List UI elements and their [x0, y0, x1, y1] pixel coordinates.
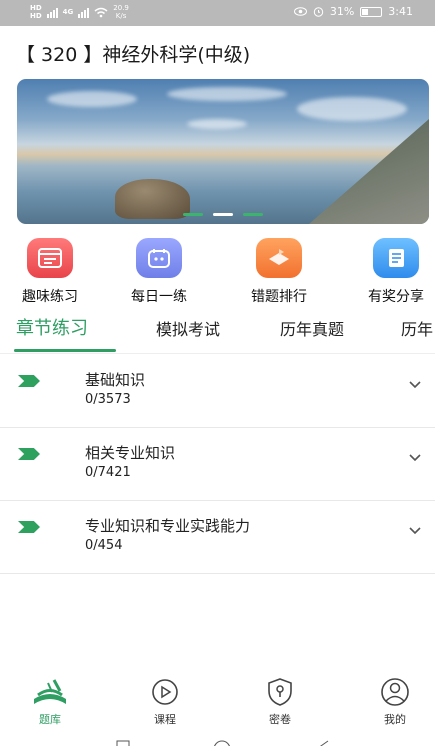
carousel-dot[interactable] — [243, 213, 263, 216]
tab-underline — [14, 349, 116, 352]
chapter-name: 相关专业知识 — [85, 444, 176, 462]
nav-label: 密卷 — [269, 713, 291, 726]
feature-share-label: 有奖分享 — [368, 289, 424, 305]
banner-hill — [309, 119, 429, 224]
banner-carousel[interactable] — [17, 79, 429, 224]
chapter-flag-icon — [18, 375, 40, 387]
nav-course[interactable]: 课程 — [125, 676, 205, 727]
feature-quiz[interactable]: 趣味练习 — [5, 238, 95, 306]
chapter-item[interactable]: 相关专业知识 0/7421 — [0, 428, 435, 501]
ranking-icon — [256, 238, 302, 278]
page-title: 【 320 】神经外科学(中级) — [16, 44, 251, 66]
sim-label: HD HD — [30, 4, 42, 20]
share-icon — [373, 238, 419, 278]
signal-icon-2 — [78, 7, 90, 18]
battery-percent: 31% — [329, 5, 355, 18]
carousel-dot[interactable] — [183, 213, 203, 216]
tab-past-exams[interactable]: 历年真题 — [280, 316, 344, 340]
nav-mine[interactable]: 我的 — [355, 676, 435, 727]
network-label: 4G — [62, 8, 74, 16]
chevron-down-icon[interactable] — [409, 524, 421, 536]
status-bar: HD HD 4G 20.9 K/s 31% 3:41 — [0, 0, 435, 26]
feature-ranking[interactable]: 错题排行 — [234, 238, 324, 306]
nav-question-bank[interactable]: 题库 — [10, 676, 90, 727]
chevron-down-icon[interactable] — [409, 378, 421, 390]
nav-secret-paper[interactable]: 密卷 — [240, 676, 320, 727]
chapter-item[interactable]: 基础知识 0/3573 — [0, 355, 435, 428]
feature-ranking-label: 错题排行 — [251, 289, 307, 305]
alarm-icon — [313, 7, 324, 17]
bottom-nav: 题库 课程 密卷 我的 — [0, 676, 435, 728]
feature-grid: 趣味练习 每日一练 错题排行 有奖分享 — [0, 238, 435, 306]
lock-shield-icon — [240, 676, 320, 708]
tab-past-more[interactable]: 历年 — [401, 316, 433, 340]
chapter-item[interactable]: 专业知识和专业实践能力 0/454 — [0, 501, 435, 574]
chapter-name: 专业知识和专业实践能力 — [85, 517, 251, 535]
battery-icon — [360, 6, 383, 17]
daily-icon — [136, 238, 182, 278]
chapter-progress: 0/454 — [85, 538, 123, 553]
chapter-flag-icon — [18, 521, 40, 533]
tab-chapter-practice[interactable]: 章节练习 — [16, 314, 88, 340]
feature-quiz-label: 趣味练习 — [22, 289, 78, 305]
carousel-dot-active[interactable] — [213, 213, 233, 216]
tab-mock-exam[interactable]: 模拟考试 — [156, 316, 220, 340]
clock: 3:41 — [388, 5, 413, 18]
carousel-indicator — [17, 213, 429, 216]
feature-daily[interactable]: 每日一练 — [114, 238, 204, 306]
network-speed: 20.9 K/s — [113, 4, 129, 20]
nav-label: 题库 — [39, 713, 61, 726]
tab-bar: 章节练习 模拟考试 历年真题 历年 — [0, 312, 435, 354]
nav-label: 课程 — [154, 713, 176, 726]
chapter-name: 基础知识 — [85, 371, 146, 389]
chevron-down-icon[interactable] — [409, 451, 421, 463]
chapter-progress: 0/3573 — [85, 392, 131, 407]
eye-icon — [293, 7, 307, 16]
feature-share[interactable]: 有奖分享 — [351, 238, 435, 306]
play-icon — [125, 676, 205, 708]
nav-label: 我的 — [384, 713, 406, 726]
chapter-flag-icon — [18, 448, 40, 460]
chapter-progress: 0/7421 — [85, 465, 131, 480]
feature-daily-label: 每日一练 — [131, 289, 187, 305]
recent-apps-icon[interactable] — [116, 740, 130, 746]
quiz-icon — [27, 238, 73, 278]
system-nav-bar — [0, 734, 435, 746]
signal-icon — [46, 7, 58, 18]
question-bank-icon — [10, 676, 90, 708]
home-icon[interactable] — [212, 740, 232, 746]
wifi-icon — [94, 7, 108, 17]
back-icon[interactable] — [316, 740, 330, 746]
user-icon — [355, 676, 435, 708]
